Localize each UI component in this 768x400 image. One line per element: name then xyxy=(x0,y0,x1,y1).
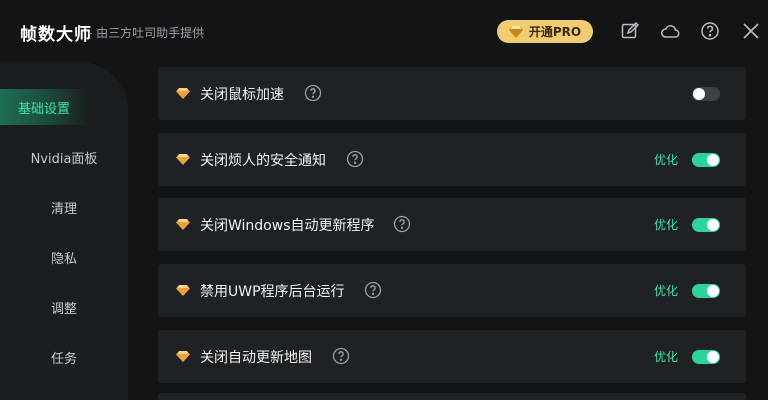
help-circle-icon[interactable] xyxy=(393,215,411,233)
close-button[interactable] xyxy=(740,20,762,42)
sidebar-item-cleanup[interactable]: 清理 xyxy=(0,189,128,225)
help-circle-icon[interactable] xyxy=(304,84,322,102)
sidebar-item-label: Nvidia面板 xyxy=(30,151,98,167)
setting-toggle[interactable] xyxy=(692,217,720,232)
upgrade-pro-label: 开通PRO xyxy=(528,25,582,39)
toggle-knob xyxy=(707,350,719,363)
close-icon xyxy=(743,23,759,39)
app-title: 帧数大师 xyxy=(20,25,92,45)
status-label: 优化 xyxy=(654,218,679,232)
setting-label: 禁用UWP程序后台运行 xyxy=(200,283,345,300)
upgrade-pro-button[interactable]: 开通PRO xyxy=(497,20,593,43)
setting-label: 关闭鼠标加速 xyxy=(200,86,284,103)
help-circle-icon[interactable] xyxy=(364,281,382,299)
sidebar-item-label: 调整 xyxy=(50,301,77,317)
sidebar-item-privacy[interactable]: 隐私 xyxy=(0,239,128,275)
setting-label: 关闭Windows自动更新程序 xyxy=(200,217,375,234)
setting-toggle[interactable] xyxy=(692,283,720,298)
setting-toggle[interactable] xyxy=(692,86,720,101)
toggle-knob xyxy=(707,153,719,166)
sidebar-item-label: 基础设置 xyxy=(17,101,70,117)
sidebar-item-label: 隐私 xyxy=(50,251,77,267)
diamond-icon xyxy=(176,285,190,296)
edit-button[interactable] xyxy=(619,20,641,42)
help-circle-icon[interactable] xyxy=(332,347,350,365)
toggle-knob xyxy=(707,284,719,297)
setting-toggle[interactable] xyxy=(692,152,720,167)
help-button[interactable] xyxy=(699,20,721,42)
sidebar-item-nvidia-panel[interactable]: Nvidia面板 xyxy=(0,139,128,175)
setting-label: 关闭自动更新地图 xyxy=(200,349,312,366)
setting-row-windows-update: 关闭Windows自动更新程序 优化 xyxy=(158,198,746,251)
title-bar: 帧数大师 - 由三方吐司助手提供 开通PRO xyxy=(0,0,768,62)
diamond-icon xyxy=(176,154,190,165)
setting-row-auto-update-maps: 关闭自动更新地图 优化 xyxy=(158,330,746,383)
setting-row-mouse-acceleration: 关闭鼠标加速 xyxy=(158,67,746,120)
diamond-icon xyxy=(176,219,190,230)
sidebar-item-tasks[interactable]: 任务 xyxy=(0,339,128,375)
toggle-knob xyxy=(707,218,719,231)
edit-icon xyxy=(621,21,640,39)
help-circle-icon xyxy=(701,22,719,40)
diamond-icon xyxy=(176,88,190,99)
sidebar-item-label: 任务 xyxy=(50,351,77,367)
diamond-icon xyxy=(176,351,190,362)
status-label: 优化 xyxy=(654,284,679,298)
sidebar-item-tweaks[interactable]: 调整 xyxy=(0,289,128,325)
app-subtitle: - 由三方吐司助手提供 xyxy=(88,26,205,40)
cloud-icon xyxy=(660,25,680,38)
sidebar-item-basic-settings[interactable]: 基础设置 xyxy=(0,89,88,125)
cloud-button[interactable] xyxy=(659,20,681,42)
setting-toggle[interactable] xyxy=(692,349,720,364)
setting-row-partial xyxy=(158,393,746,400)
status-label: 优化 xyxy=(654,153,679,167)
diamond-icon xyxy=(508,25,523,38)
sidebar-item-label: 清理 xyxy=(50,201,77,217)
setting-label: 关闭烦人的安全通知 xyxy=(200,152,326,169)
sidebar: 基础设置 Nvidia面板 清理 隐私 调整 任务 xyxy=(0,62,128,400)
status-label: 优化 xyxy=(654,350,679,364)
setting-row-uwp-background: 禁用UWP程序后台运行 优化 xyxy=(158,264,746,317)
help-circle-icon[interactable] xyxy=(346,150,364,168)
toggle-knob xyxy=(693,87,705,100)
setting-row-security-notifications: 关闭烦人的安全通知 优化 xyxy=(158,133,746,186)
